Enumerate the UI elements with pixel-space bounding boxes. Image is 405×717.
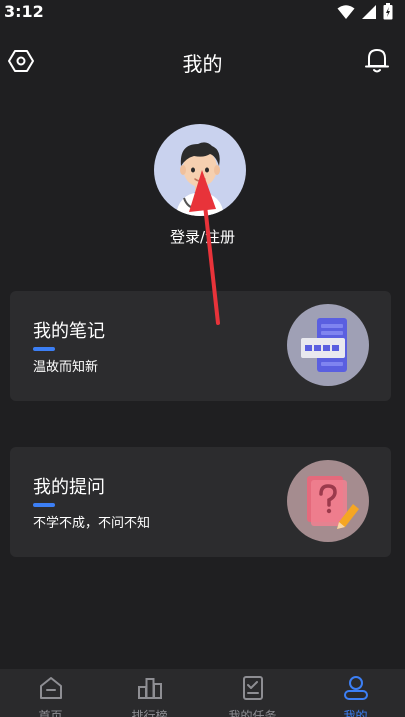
bell-icon[interactable] <box>364 46 390 74</box>
tab-tasks-label: 我的任务 <box>228 709 277 717</box>
bottom-tab-bar: 首页 排行榜 我的任务 我的 <box>0 669 405 717</box>
status-bar: 3:12 <box>0 0 405 24</box>
page-title: 我的 <box>182 52 223 76</box>
login-register-link[interactable]: 登录/注册 <box>0 226 405 247</box>
notepad-icon <box>301 318 347 372</box>
tasks-icon <box>242 676 263 700</box>
home-icon <box>39 677 62 699</box>
question-note-icon <box>307 476 359 529</box>
tab-home[interactable]: 首页 <box>0 669 101 717</box>
status-icons <box>337 3 393 20</box>
battery-icon <box>383 3 393 20</box>
ranking-icon <box>137 678 162 699</box>
signal-icon <box>362 4 376 19</box>
doctor-avatar-icon <box>176 142 224 216</box>
tab-tasks[interactable]: 我的任务 <box>202 669 303 717</box>
my-notes-title: 我的笔记 <box>33 321 105 342</box>
my-questions-title: 我的提问 <box>33 477 105 498</box>
tab-profile[interactable]: 我的 <box>305 669 405 717</box>
tab-ranking-label: 排行榜 <box>131 709 168 717</box>
notes-illustration <box>287 304 369 386</box>
avatar[interactable] <box>154 124 246 216</box>
questions-illustration <box>287 460 369 542</box>
wifi-icon <box>337 4 355 19</box>
my-notes-subtitle: 温故而知新 <box>33 360 99 375</box>
header: 我的 <box>0 40 405 84</box>
my-notes-card[interactable]: 我的笔记 温故而知新 <box>10 291 391 401</box>
tab-ranking[interactable]: 排行榜 <box>99 669 200 717</box>
my-questions-subtitle: 不学不成，不问不知 <box>33 516 151 531</box>
status-time: 3:12 <box>4 2 44 21</box>
profile-icon <box>343 676 368 700</box>
tab-home-label: 首页 <box>38 709 63 717</box>
accent-bar <box>33 503 55 507</box>
my-questions-card[interactable]: 我的提问 不学不成，不问不知 <box>10 447 391 557</box>
accent-bar <box>33 347 55 351</box>
tab-profile-label: 我的 <box>343 709 368 717</box>
